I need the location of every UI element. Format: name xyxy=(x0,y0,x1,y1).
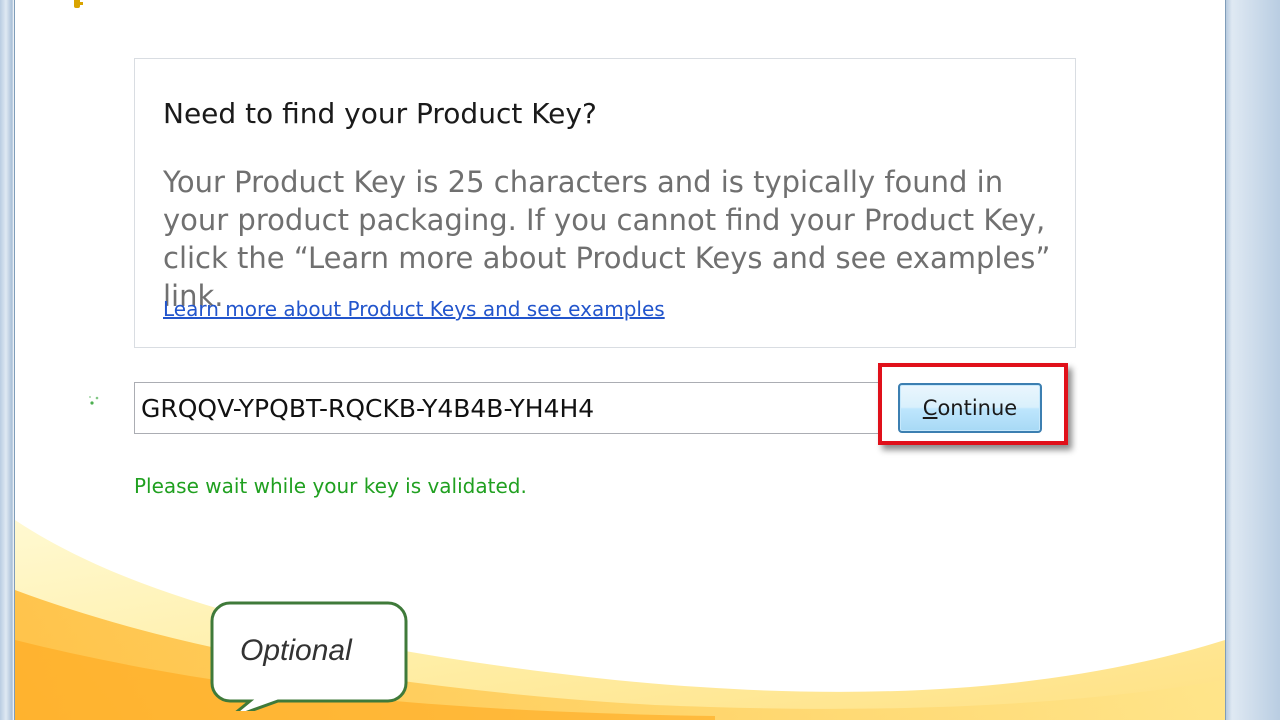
continue-accesskey: C xyxy=(922,396,938,420)
info-body: Your Product Key is 25 characters and is… xyxy=(163,165,1051,313)
continue-label: ontinue xyxy=(937,396,1018,420)
busy-spinner-icon xyxy=(89,396,99,405)
callout-text: Optional xyxy=(240,634,352,667)
learn-more-link[interactable]: Learn more about Product Keys and see ex… xyxy=(163,297,665,321)
key-icon xyxy=(74,0,83,8)
continue-button[interactable]: Continue xyxy=(898,383,1042,433)
info-title: Need to find your Product Key? xyxy=(163,97,597,130)
validation-status: Please wait while your key is validated. xyxy=(134,474,527,498)
product-key-info-box: Need to find your Product Key? Your Prod… xyxy=(134,58,1076,348)
product-key-input[interactable] xyxy=(134,382,894,434)
